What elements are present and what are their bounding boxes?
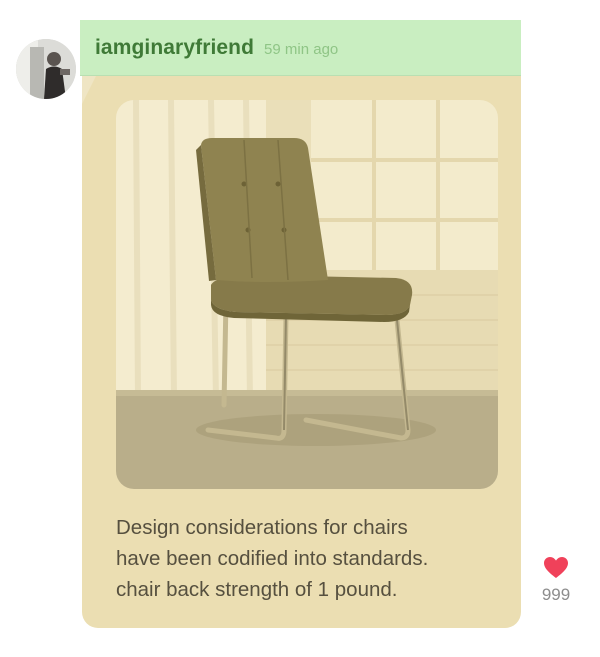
bubble-tail [82,76,96,104]
like-button[interactable]: 999 [536,556,576,605]
heart-icon[interactable] [543,556,569,579]
post-header: iamginaryfriend 59 min ago [80,20,521,76]
post-image[interactable] [116,100,498,489]
like-count: 999 [541,585,571,604]
post-timestamp: 59 min ago [264,40,339,58]
post-card: iamginaryfriend 59 min ago Design consid… [0,0,600,657]
avatar[interactable] [16,39,76,99]
user-avatar-photo-icon [16,39,76,99]
caption-line: have been codified into standards. [116,547,429,570]
chair-photo-icon [116,100,498,489]
username-link[interactable]: iamginaryfriend [95,36,254,60]
caption-line: Design considerations for chairs [116,516,408,539]
caption-line: chair back strength of 1 pound. [116,578,398,601]
post-caption: Design considerations for chairs have be… [116,512,501,605]
